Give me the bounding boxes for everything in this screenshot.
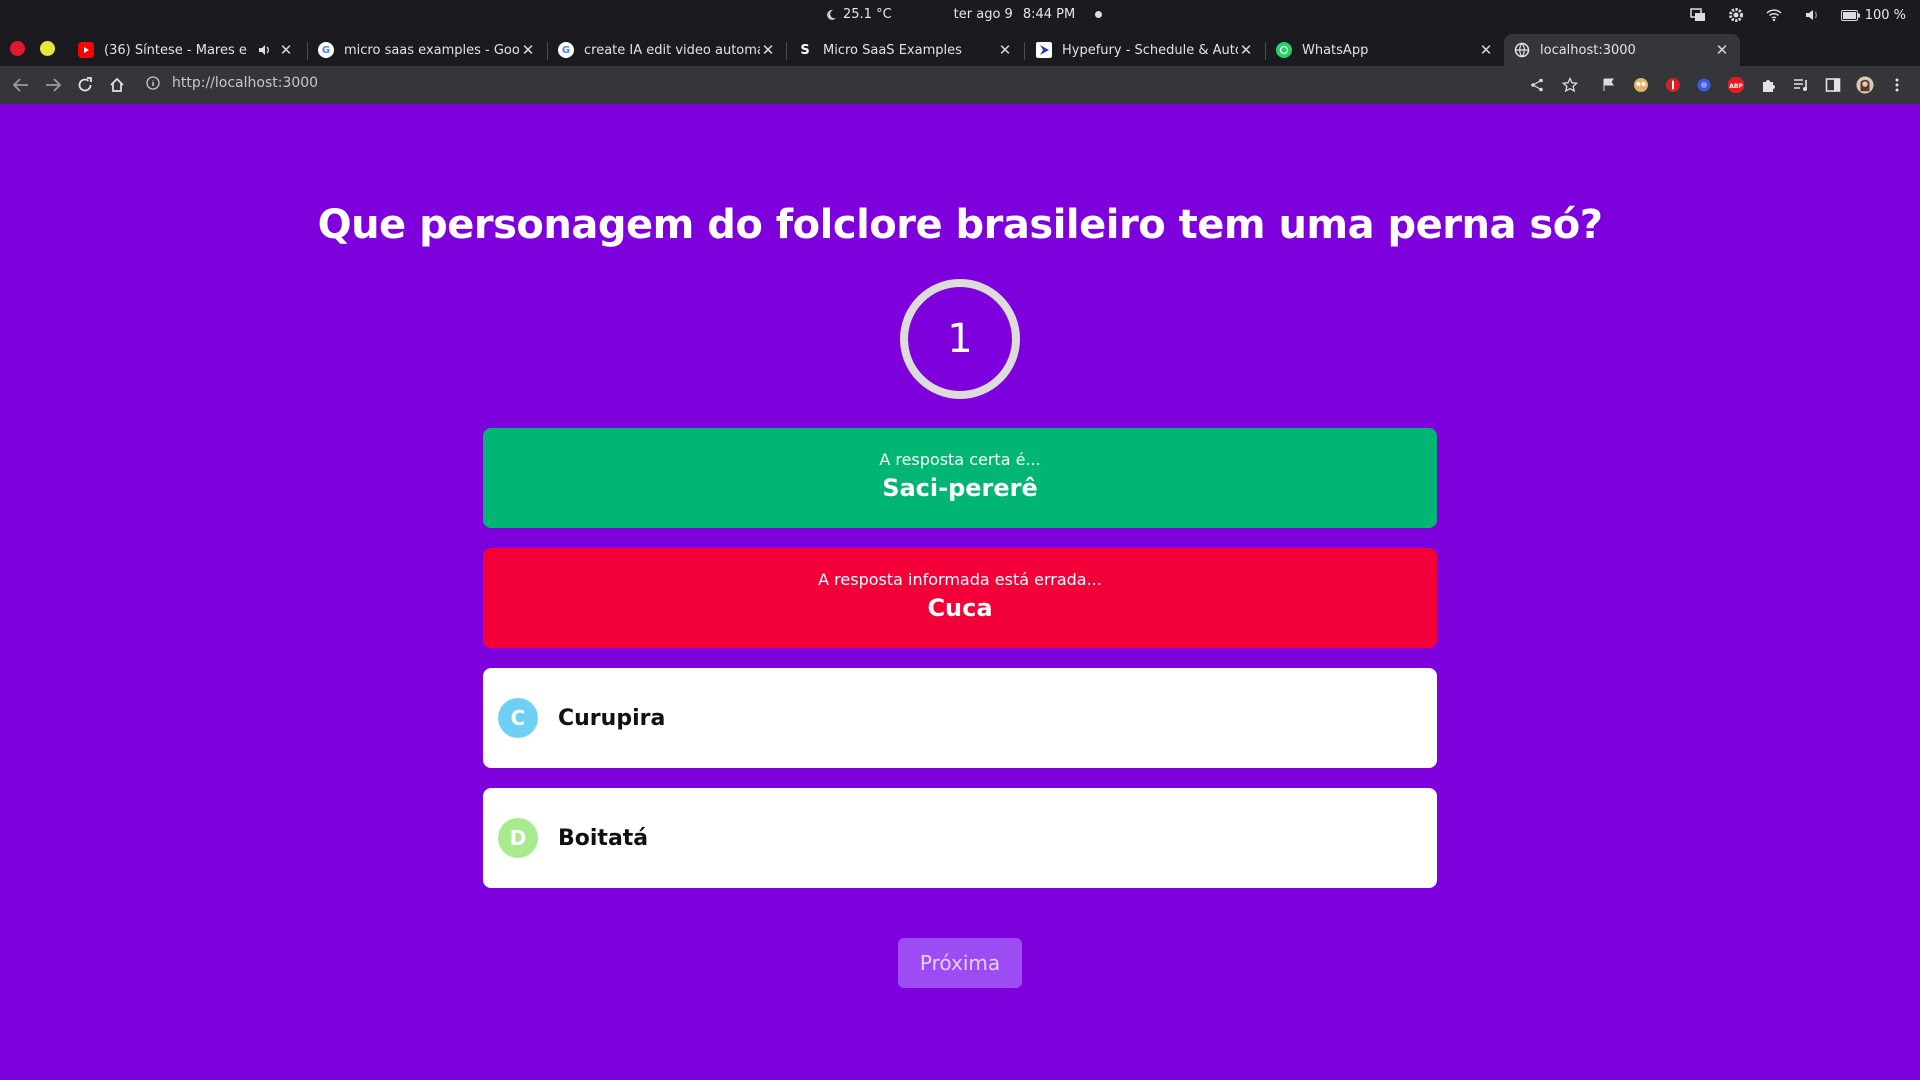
browser-menu-icon[interactable]	[1888, 76, 1906, 94]
battery-indicator[interactable]: 100 %	[1840, 7, 1906, 23]
tab-micro-saas-examples[interactable]: S Micro SaaS Examples ✕	[787, 34, 1023, 66]
wrong-answer-label: A resposta informada está errada...	[818, 570, 1102, 589]
notification-dot-icon	[1095, 11, 1103, 18]
system-top-bar: 25.1 °C ter ago 9 8:44 PM 100 %	[0, 0, 1920, 30]
flag-extension-icon[interactable]	[1600, 76, 1618, 94]
side-panel-icon[interactable]	[1824, 76, 1842, 94]
red-extension-icon[interactable]	[1664, 76, 1682, 94]
tab-title: micro saas examples - Google	[344, 42, 520, 58]
wifi-icon[interactable]	[1765, 6, 1783, 24]
answer-option-d[interactable]: D Boitatá	[483, 788, 1437, 888]
home-icon[interactable]	[107, 75, 127, 95]
reload-icon[interactable]	[75, 75, 95, 95]
correct-answer-value: Saci-pererê	[882, 474, 1038, 502]
whatsapp-icon	[1276, 42, 1292, 58]
screens-icon[interactable]	[1689, 6, 1707, 24]
adblock-plus-icon[interactable]: ABP	[1727, 76, 1745, 94]
correct-answer-label: A resposta certa é...	[879, 450, 1041, 469]
countdown-timer: 1	[900, 279, 1020, 399]
settings-gear-icon[interactable]	[1727, 6, 1745, 24]
battery-percentage: 100 %	[1864, 7, 1906, 23]
audio-playing-icon[interactable]	[258, 44, 272, 56]
moon-icon	[827, 9, 836, 20]
time[interactable]: 8:44 PM	[1023, 7, 1075, 22]
tab-title: localhost:3000	[1540, 42, 1636, 58]
svg-text:ABP: ABP	[1729, 83, 1743, 90]
tab-close-icon[interactable]: ✕	[760, 41, 776, 59]
tab-close-icon[interactable]: ✕	[997, 41, 1013, 59]
address-bar[interactable]: http://localhost:3000	[146, 75, 318, 91]
tab-localhost-active[interactable]: localhost:3000 ✕	[1504, 34, 1740, 66]
option-letter-badge: C	[498, 698, 538, 738]
wrong-answer-card: A resposta informada está errada... Cuca	[483, 548, 1437, 648]
profile-avatar[interactable]	[1856, 76, 1874, 94]
tab-google-create-ia[interactable]: G create IA edit video automatic ✕	[548, 34, 786, 66]
question-title: Que personagem do folclore brasileiro te…	[317, 202, 1603, 248]
tab-whatsapp[interactable]: WhatsApp ✕	[1266, 34, 1504, 66]
window-close-button[interactable]	[10, 41, 25, 56]
face-extension-icon[interactable]	[1632, 76, 1650, 94]
system-tray: 100 %	[1689, 6, 1906, 24]
url-text: http://localhost:3000	[172, 75, 319, 91]
forward-arrow-icon[interactable]	[43, 75, 63, 95]
globe-icon	[1514, 42, 1530, 58]
s-icon: S	[800, 42, 810, 58]
tab-separator	[1024, 42, 1025, 60]
tab-close-icon[interactable]: ✕	[1478, 41, 1494, 59]
tab-close-icon[interactable]: ✕	[1238, 41, 1254, 59]
tab-title: Hypefury - Schedule & Autom	[1062, 42, 1238, 58]
tab-title: create IA edit video automatic	[584, 42, 760, 58]
system-clock-area: 25.1 °C ter ago 9 8:44 PM	[825, 7, 1103, 22]
info-icon[interactable]	[146, 76, 160, 90]
tab-close-icon[interactable]: ✕	[278, 41, 294, 59]
tab-title: Micro SaaS Examples	[823, 42, 962, 58]
timer-value: 1	[947, 316, 973, 362]
volume-icon[interactable]	[1803, 6, 1821, 24]
correct-answer-card: A resposta certa é... Saci-pererê	[483, 428, 1437, 528]
option-letter-badge: D	[498, 818, 538, 858]
tab-title: (36) Síntese - Mares e Des	[104, 42, 252, 58]
option-text: Boitatá	[558, 825, 649, 851]
temperature: 25.1 °C	[843, 7, 892, 22]
extensions-puzzle-icon[interactable]	[1760, 76, 1778, 94]
weather-indicator[interactable]: 25.1 °C	[825, 7, 892, 22]
hypefury-icon	[1036, 42, 1052, 58]
share-icon[interactable]	[1528, 76, 1546, 94]
media-queue-icon[interactable]	[1792, 76, 1810, 94]
back-arrow-icon[interactable]	[11, 75, 31, 95]
browser-tab-strip: (36) Síntese - Mares e Des ✕ G micro saa…	[0, 30, 1920, 90]
browser-toolbar: http://localhost:3000 ABP	[0, 66, 1920, 104]
wrong-answer-value: Cuca	[927, 594, 993, 622]
tab-close-icon[interactable]: ✕	[520, 41, 536, 59]
bookmark-star-icon[interactable]	[1561, 76, 1579, 94]
tab-close-icon[interactable]: ✕	[1714, 41, 1730, 59]
date[interactable]: ter ago 9	[954, 7, 1013, 22]
next-button[interactable]: Próxima	[898, 938, 1022, 988]
google-icon: G	[558, 42, 574, 58]
tab-title: WhatsApp	[1302, 42, 1369, 58]
youtube-icon	[78, 42, 94, 58]
tab-google-micro-saas[interactable]: G micro saas examples - Google ✕	[308, 34, 546, 66]
quiz-page: Que personagem do folclore brasileiro te…	[0, 104, 1920, 1080]
blue-extension-icon[interactable]	[1695, 76, 1713, 94]
window-minimize-button[interactable]	[40, 41, 55, 56]
option-text: Curupira	[558, 705, 666, 731]
tab-youtube[interactable]: (36) Síntese - Mares e Des ✕	[68, 34, 304, 66]
google-icon: G	[318, 42, 334, 58]
battery-icon	[1840, 9, 1860, 21]
answer-option-c[interactable]: C Curupira	[483, 668, 1437, 768]
tab-hypefury[interactable]: Hypefury - Schedule & Autom ✕	[1026, 34, 1264, 66]
